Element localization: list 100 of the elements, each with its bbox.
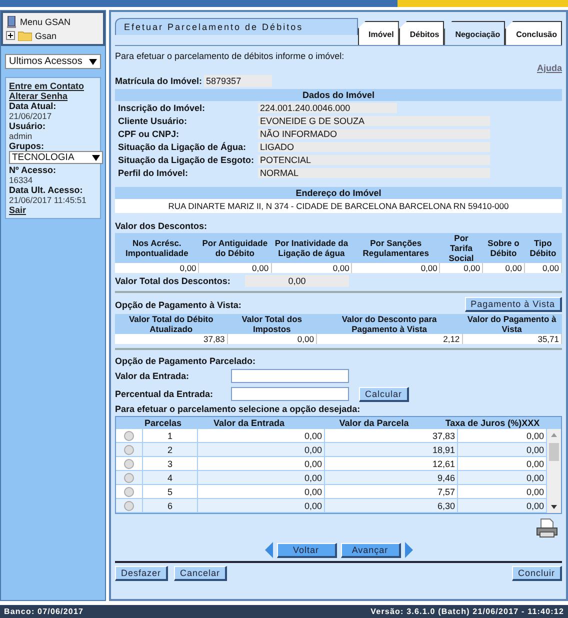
field-label: Valor Total dos Descontos: xyxy=(115,276,232,286)
table-cell: 37,83 xyxy=(115,334,228,344)
scrollbar[interactable] xyxy=(547,429,561,513)
input-field[interactable] xyxy=(231,369,349,383)
table-cell: 0,00 xyxy=(198,471,325,484)
info-value: 21/06/2017 xyxy=(9,111,52,121)
section-label: Opção de Pagamento à Vista: xyxy=(115,300,242,310)
finish-button[interactable]: Concluir xyxy=(512,566,562,581)
table-cell: 37,83 xyxy=(325,429,458,442)
radio-button[interactable] xyxy=(124,486,134,496)
table-cell: 0,00 xyxy=(198,429,325,442)
column-header: Valor do Pagamento à Vista xyxy=(462,314,562,334)
info-value: 16334 xyxy=(9,175,33,185)
radio-button[interactable] xyxy=(124,500,134,510)
field-value: 224.001.240.0046.000 xyxy=(258,102,397,112)
forward-arrow-icon[interactable] xyxy=(404,542,412,558)
back-arrow-icon[interactable] xyxy=(264,542,272,558)
field-label: Situação da Ligação de Água: xyxy=(117,142,248,152)
table-cell: 35,71 xyxy=(462,334,562,344)
group-select[interactable]: TECNOLOGIA xyxy=(9,151,103,164)
tree-item[interactable]: Gsan xyxy=(35,30,57,40)
column-header: Nos Acrésc. Impontualidade xyxy=(115,233,199,263)
table-cell: 0,00 xyxy=(440,263,483,273)
table-cell: 0,00 xyxy=(198,443,325,456)
address-value: RUA DINARTE MARIZ II, N 374 - CIDADE DE BARCELONA BARCELONA RN 59410-000 xyxy=(115,199,562,213)
field-label: Valor da Entrada: xyxy=(115,371,190,381)
column-header: Valor Total do Débito Atualizado xyxy=(115,314,228,334)
table-cell: 0,00 xyxy=(271,263,352,273)
table-cell: 0,00 xyxy=(198,499,325,512)
calculate-button[interactable]: Calcular xyxy=(359,386,410,402)
logout-link[interactable]: Sair xyxy=(9,205,26,215)
table-cell: 6,30 xyxy=(325,499,458,512)
info-label: Data Ult. Acesso: xyxy=(9,185,83,195)
info-label: Data Atual: xyxy=(9,101,56,111)
page-title: Efetuar Parcelamento de Débitos xyxy=(115,18,358,35)
field-value: 0,00 xyxy=(245,275,349,287)
tab[interactable]: Débitos xyxy=(398,21,444,45)
column-header: Taxa de Juros (%)XXX xyxy=(444,418,541,428)
info-label: Grupos: xyxy=(9,141,44,151)
radio-button[interactable] xyxy=(124,472,134,482)
menu-title: Menu GSAN xyxy=(20,17,71,27)
table-cell: 0,00 xyxy=(198,485,325,498)
nav-button[interactable]: Voltar xyxy=(276,542,336,558)
table-cell: 0,00 xyxy=(482,263,524,273)
info-label: Usuário: xyxy=(9,121,46,131)
column-header: Valor Total dos Impostos xyxy=(227,314,316,334)
sidebar-link[interactable]: Entre em Contato xyxy=(9,81,84,91)
column-header: Valor da Parcela xyxy=(338,418,410,428)
field-label: Percentual da Entrada: xyxy=(115,389,214,399)
column-header: Parcelas xyxy=(143,418,183,428)
field-label: CPF ou CNPJ: xyxy=(117,128,180,138)
field-value: POTENCIAL xyxy=(258,154,490,164)
nav-button[interactable]: Avançar xyxy=(340,542,400,558)
column-header: Por Sanções Regulamentares xyxy=(352,233,440,263)
form-button[interactable]: Desfazer xyxy=(115,566,168,581)
recent-select[interactable]: Ultimos Acessos xyxy=(5,54,101,69)
cash-payment-button[interactable]: Pagamento à Vista xyxy=(464,297,562,312)
table-cell: 18,91 xyxy=(325,443,458,456)
form-button[interactable]: Cancelar xyxy=(174,566,228,581)
field-label: Inscrição do Imóvel: xyxy=(117,102,206,112)
section-label: Opção de Pagamento Parcelado: xyxy=(115,356,257,366)
field-value: LIGADO xyxy=(258,142,490,152)
computer-icon xyxy=(6,16,17,28)
column-header: Valor da Entrada xyxy=(212,418,286,428)
dropdown-arrow-icon xyxy=(89,58,97,64)
table-cell: 1 xyxy=(143,429,198,442)
field-value: 5879357 xyxy=(204,75,272,87)
instruction-text: Para efetuar o parcelamento selecione a opção desejada: xyxy=(115,404,362,414)
intro-text: Para efetuar o parcelamento de débitos informe o imóvel: xyxy=(115,51,346,61)
table-cell: 3 xyxy=(143,457,198,470)
tab[interactable]: Conclusão xyxy=(505,21,562,45)
table-cell: 5 xyxy=(143,485,198,498)
status-text: Banco: 07/06/2017 xyxy=(4,607,84,616)
field-value: EVONEIDE G DE SOUZA xyxy=(258,116,490,126)
help-link[interactable]: Ajuda xyxy=(536,63,562,73)
column-header: Por Inatividade da Ligação de água xyxy=(271,233,352,263)
section-header: Endereço do Imóvel xyxy=(115,187,562,199)
input-field[interactable] xyxy=(231,387,349,401)
tab[interactable]: Imóvel xyxy=(358,21,399,45)
column-header: Tipo Débito xyxy=(524,233,562,263)
tab[interactable]: Negociação xyxy=(444,21,506,45)
section-header: Dados do Imóvel xyxy=(115,89,562,101)
table-cell: 7,57 xyxy=(325,485,458,498)
radio-button[interactable] xyxy=(124,458,134,468)
table-cell: 9,46 xyxy=(325,471,458,484)
info-label: Nº Acesso: xyxy=(9,165,56,175)
expand-icon[interactable] xyxy=(6,31,15,40)
table-cell: 0,00 xyxy=(352,263,440,273)
table-cell: 0,00 xyxy=(227,334,316,344)
column-header: Valor do Desconto para Pagamento à Vista xyxy=(316,314,462,334)
table-cell: 0,00 xyxy=(524,263,562,273)
column-header: Por Antiguidade do Débito xyxy=(198,233,272,263)
table-cell: 4 xyxy=(143,471,198,484)
radio-button[interactable] xyxy=(124,430,134,440)
printer-icon[interactable] xyxy=(536,518,558,538)
sidebar-link[interactable]: Alterar Senha xyxy=(9,91,68,101)
radio-button[interactable] xyxy=(124,444,134,454)
field-label: Matrícula do Imóvel: xyxy=(115,76,202,86)
info-value: 21/06/2017 11:45:51 xyxy=(9,195,86,205)
table-cell: 0,00 xyxy=(198,263,272,273)
